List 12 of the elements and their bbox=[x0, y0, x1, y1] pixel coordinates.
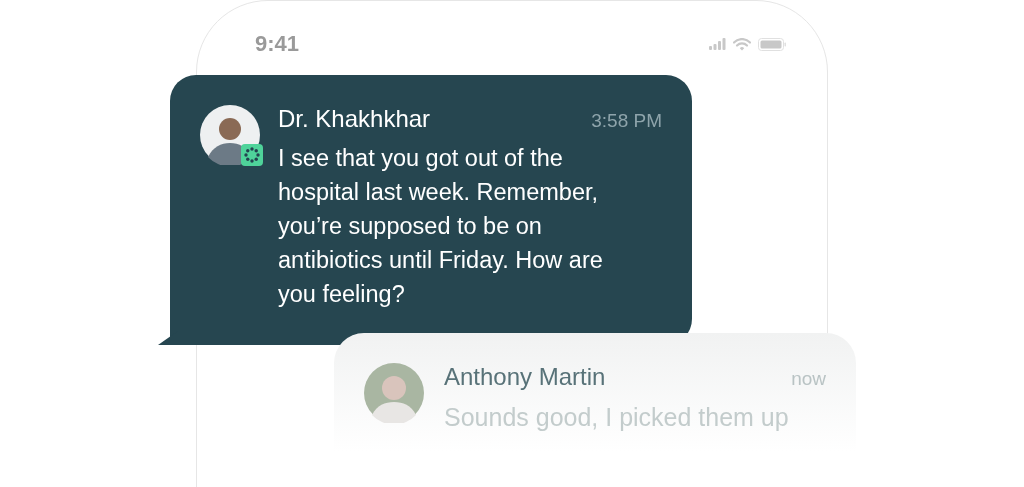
message-time: now bbox=[791, 368, 826, 390]
battery-icon bbox=[758, 37, 787, 51]
status-time: 9:41 bbox=[255, 31, 300, 57]
message-text: I see that you got out of the hospital last week. Remember, you’re supposed to be on antibiotics until Friday. How are you feeling? bbox=[278, 144, 604, 309]
sender-name: Anthony Martin bbox=[444, 363, 606, 391]
avatar-icon bbox=[364, 363, 424, 423]
message-text: Sounds good, I picked them up bbox=[444, 403, 790, 432]
app-badge-icon bbox=[241, 144, 263, 166]
wifi-icon bbox=[733, 37, 751, 51]
sender-name: Dr. Khakhkhar bbox=[278, 105, 431, 133]
message-time: 3:58 PM bbox=[591, 110, 662, 132]
signal-icon bbox=[709, 38, 726, 50]
